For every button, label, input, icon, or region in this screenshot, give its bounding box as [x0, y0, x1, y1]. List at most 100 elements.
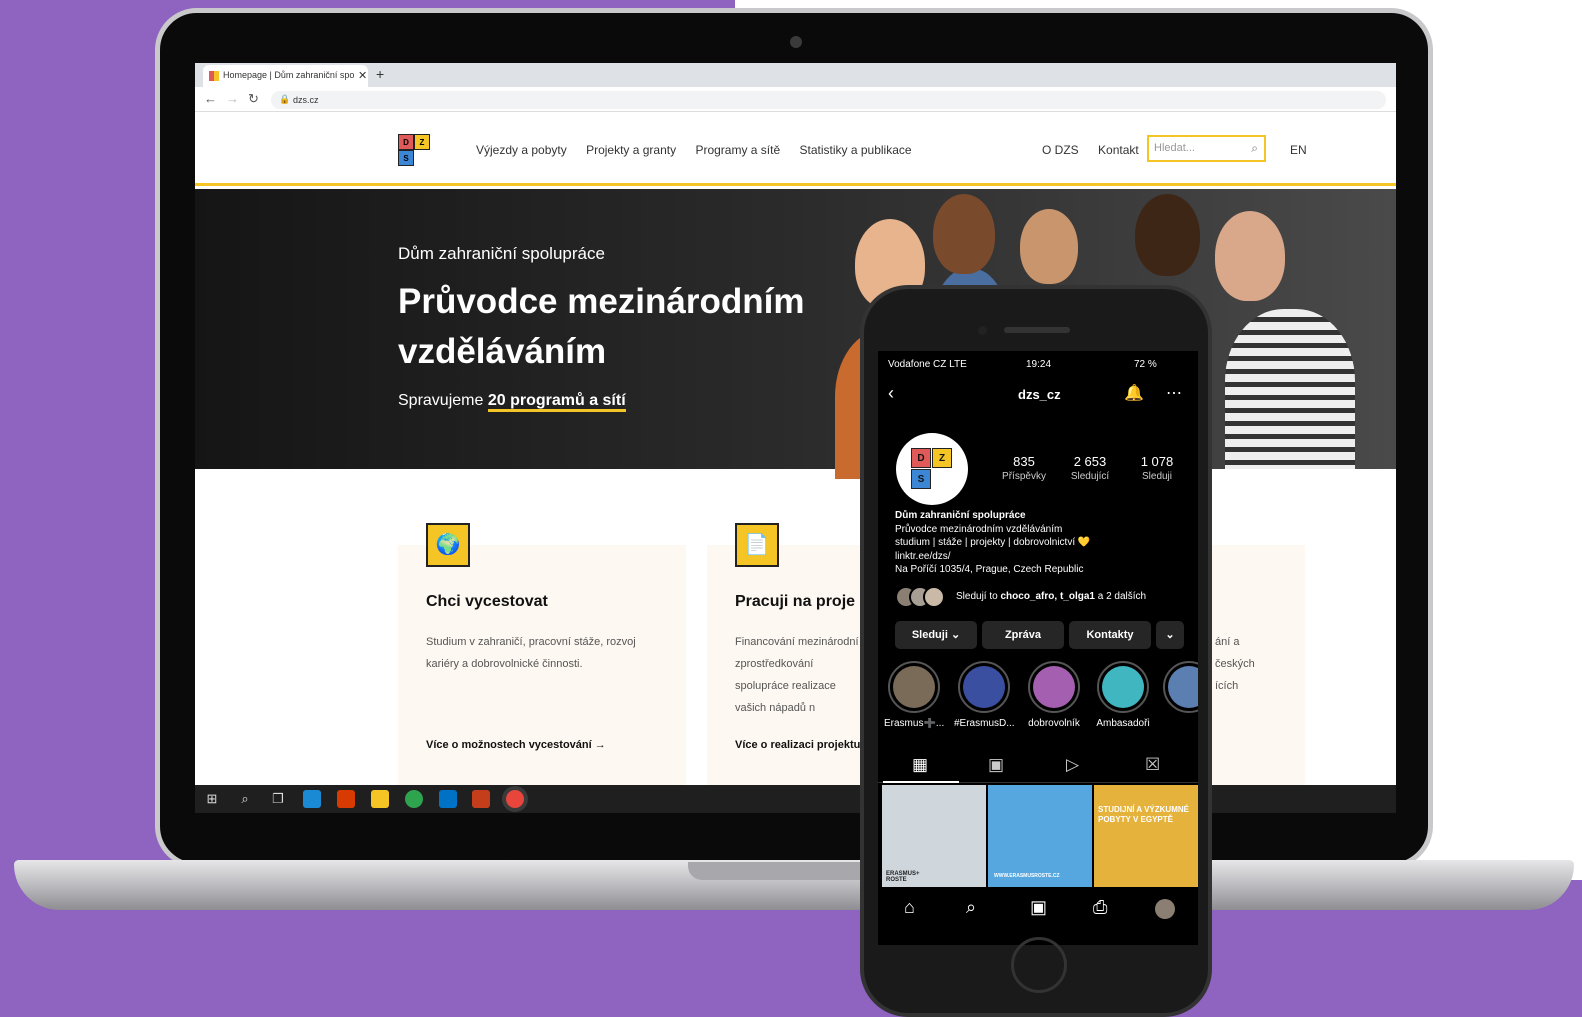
- main-nav: Výjezdy a pobyty Projekty a granty Progr…: [476, 143, 928, 157]
- home-icon[interactable]: ⌂: [904, 897, 915, 918]
- highlight-dobrovolnik[interactable]: dobrovolník: [1024, 661, 1084, 729]
- highlight-label: #ErasmusD...: [954, 718, 1014, 729]
- lock-icon: 🔒: [279, 94, 291, 104]
- bio-name: Dům zahraniční spolupráce: [895, 510, 1026, 521]
- stat-posts[interactable]: 835 Příspěvky: [994, 454, 1054, 482]
- following-button[interactable]: Sleduji ⌄: [895, 621, 977, 649]
- bio-link[interactable]: linktr.ee/dzs/: [895, 550, 1190, 564]
- office-icon[interactable]: [337, 790, 355, 808]
- document-icon: 📄: [735, 523, 779, 567]
- search-icon[interactable]: ⌕: [966, 897, 976, 918]
- avatar-z: Z: [932, 448, 952, 468]
- instagram-profile: Vodafone CZ LTE 19:24 72 % ‹ dzs_cz 🔔 ⋯ …: [878, 351, 1198, 945]
- stat-label: Sledující: [1070, 471, 1110, 482]
- nav-programy[interactable]: Programy a sítě: [695, 143, 780, 157]
- nav-statistiky[interactable]: Statistiky a publikace: [800, 143, 912, 157]
- profile-username: dzs_cz: [1018, 387, 1061, 402]
- phone-front-camera: [978, 326, 987, 335]
- bell-icon[interactable]: 🔔: [1124, 383, 1144, 403]
- grid-icon[interactable]: ▦: [912, 755, 928, 775]
- chrome-icon[interactable]: [405, 790, 423, 808]
- laptop-screen: Homepage | Dům zahraniční spo ✕ + ← → ↻ …: [195, 63, 1396, 813]
- browser-tab[interactable]: Homepage | Dům zahraniční spo ✕: [203, 65, 368, 87]
- highlight-image: [1033, 666, 1075, 708]
- nav-kontakt[interactable]: Kontakt: [1098, 143, 1139, 157]
- post-thumbnail[interactable]: ERASMUS+ ROSTE: [882, 785, 986, 887]
- suggestions-button[interactable]: ⌄: [1156, 621, 1184, 649]
- hero-tagline: Spravujeme 20 programů a sítí: [398, 392, 626, 412]
- highlight-ring: [958, 661, 1010, 713]
- powerpoint-icon[interactable]: [472, 790, 490, 808]
- more-icon[interactable]: ⋯: [1166, 383, 1182, 403]
- tagged-icon[interactable]: ☒: [1145, 755, 1160, 775]
- nav-vyjezdy[interactable]: Výjezdy a pobyty: [476, 143, 567, 157]
- profile-avatar-icon[interactable]: [1155, 899, 1175, 919]
- bio-line: Průvodce mezinárodním vzděláváním: [895, 523, 1063, 535]
- search-icon[interactable]: ⌕: [236, 790, 254, 808]
- follower-avatar: [923, 586, 945, 608]
- reels-icon[interactable]: ▣: [1030, 897, 1047, 918]
- outlook-icon[interactable]: [439, 790, 457, 808]
- highlight-more[interactable]: [1163, 661, 1198, 713]
- search-icon[interactable]: ⌕: [1251, 141, 1258, 156]
- card-link[interactable]: Více o možnostech vycestování →: [426, 739, 606, 751]
- new-tab-button[interactable]: +: [376, 66, 384, 82]
- windows-start-icon[interactable]: ⊞: [203, 790, 221, 808]
- card-projects[interactable]: 📄 Pracuji na proje Financování mezinárod…: [707, 523, 877, 813]
- followed-names: choco_afro, t_olga1: [1000, 591, 1095, 602]
- globe-icon: 🌍: [426, 523, 470, 567]
- dzs-logo[interactable]: D Z S: [398, 134, 432, 168]
- home-button[interactable]: [1011, 937, 1067, 993]
- nav-projekty[interactable]: Projekty a granty: [586, 143, 676, 157]
- profile-tabs: ▦ ▣ ▷ ☒: [878, 749, 1198, 783]
- highlight-erasmus[interactable]: Erasmus➕...: [884, 661, 944, 729]
- message-button[interactable]: Zpráva: [982, 621, 1064, 649]
- back-arrow-icon[interactable]: ←: [204, 91, 217, 106]
- file-explorer-icon[interactable]: [371, 790, 389, 808]
- highlight-erasmusdays[interactable]: #ErasmusD...: [954, 661, 1014, 729]
- url-text: dzs.cz: [293, 95, 319, 105]
- back-icon[interactable]: ‹: [888, 383, 894, 404]
- highlight-image: [1168, 666, 1198, 708]
- post-thumbnail[interactable]: STUDIJNÍ A VÝZKUMNÉ POBYTY V EGYPTĚ: [1094, 785, 1198, 887]
- task-view-icon[interactable]: ❐: [269, 790, 287, 808]
- language-switch[interactable]: EN: [1290, 143, 1307, 157]
- chrome-active-icon[interactable]: [506, 790, 524, 808]
- card-link[interactable]: Více o realizaci projektu: [735, 739, 860, 751]
- card-third[interactable]: ání a českých ících: [1210, 545, 1305, 813]
- card-title: Pracuji na proje: [735, 593, 856, 610]
- contacts-button[interactable]: Kontakty: [1069, 621, 1151, 649]
- profile-avatar[interactable]: D Z S: [896, 433, 968, 505]
- highlight-image: [1102, 666, 1144, 708]
- followed-prefix: Sledují to: [956, 591, 1001, 602]
- battery: 72 %: [1134, 359, 1157, 370]
- close-tab-icon[interactable]: ✕: [358, 69, 367, 82]
- shop-icon[interactable]: ⎙: [1093, 897, 1107, 918]
- reload-icon[interactable]: ↻: [248, 91, 259, 107]
- post-thumbnail[interactable]: WWW.ERASMUSROSTE.CZ: [988, 785, 1092, 887]
- address-bar: ← → ↻ 🔒 dzs.cz: [195, 87, 1396, 112]
- followed-by-text: Sledují to choco_afro, t_olga1 a 2 další…: [956, 591, 1146, 602]
- hero-programs-link[interactable]: 20 programů a sítí: [487, 392, 626, 412]
- nav-o-dzs[interactable]: O DZS: [1042, 143, 1079, 157]
- followed-by[interactable]: Sledují to choco_afro, t_olga1 a 2 další…: [895, 586, 1190, 610]
- stat-following[interactable]: 1 078 Sleduji: [1127, 454, 1187, 482]
- forward-arrow-icon[interactable]: →: [226, 91, 239, 106]
- edge-icon[interactable]: [303, 790, 321, 808]
- logo-z: Z: [414, 134, 430, 150]
- stat-followers[interactable]: 2 653 Sledující: [1060, 454, 1120, 482]
- bio-address[interactable]: Na Poříčí 1035/4, Prague, Czech Republic: [895, 563, 1190, 577]
- hero-subtitle: Dům zahraniční spolupráce: [398, 244, 605, 263]
- browser-tabbar: Homepage | Dům zahraniční spo ✕ +: [195, 63, 1396, 87]
- highlight-ring: [1163, 661, 1198, 713]
- video-icon[interactable]: ▷: [1066, 755, 1079, 775]
- highlight-image: [963, 666, 1005, 708]
- avatar-s: S: [911, 469, 931, 489]
- card-title: Chci vycestovat: [426, 593, 548, 610]
- reels-icon[interactable]: ▣: [988, 755, 1004, 775]
- carrier: Vodafone CZ LTE: [888, 359, 967, 370]
- site-search-input[interactable]: Hledat... ⌕: [1147, 135, 1266, 162]
- highlight-ambasadori[interactable]: Ambasadoři: [1093, 661, 1153, 729]
- url-input[interactable]: 🔒 dzs.cz: [271, 91, 1386, 109]
- card-travel[interactable]: 🌍 Chci vycestovat Studium v zahraničí, p…: [398, 523, 686, 813]
